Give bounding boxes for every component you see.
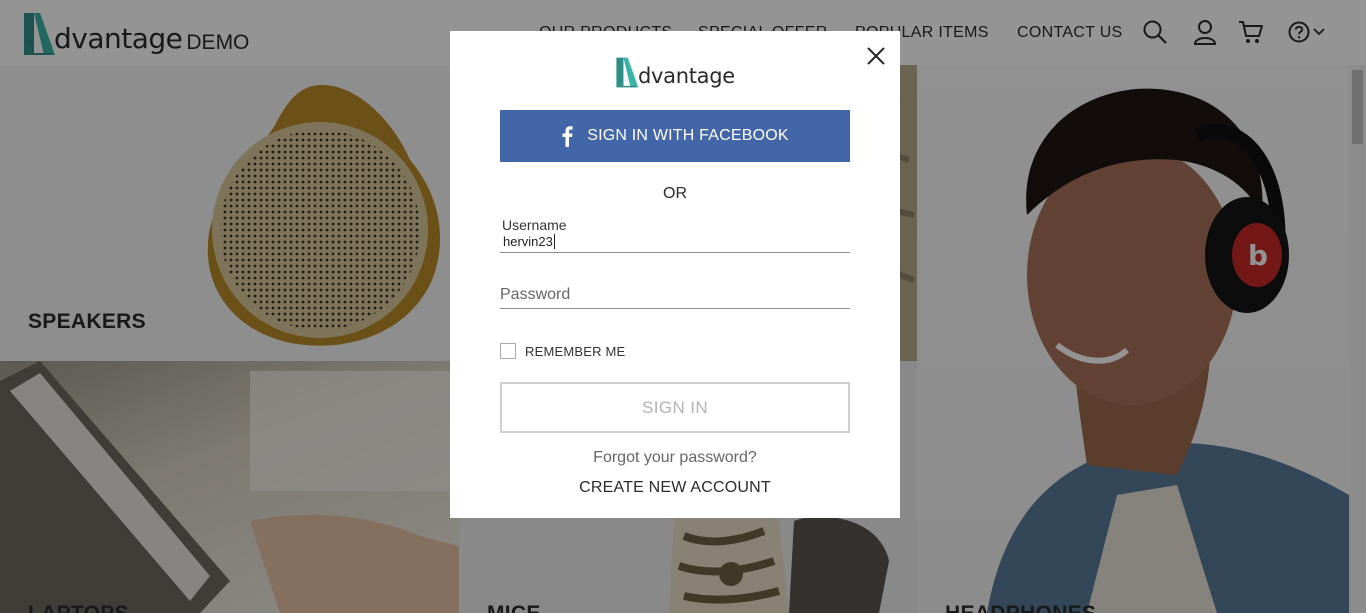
password-placeholder: Password bbox=[500, 286, 571, 303]
login-modal: dvantage SIGN IN WITH FACEBOOK OR Userna… bbox=[450, 31, 900, 518]
facebook-signin-button[interactable]: SIGN IN WITH FACEBOOK bbox=[500, 110, 850, 162]
text-caret bbox=[553, 234, 555, 249]
sign-in-button[interactable]: SIGN IN bbox=[500, 382, 850, 433]
forgot-password-link[interactable]: Forgot your password? bbox=[450, 449, 900, 467]
modal-logo-text: dvantage bbox=[638, 64, 735, 88]
username-input[interactable]: hervin23 bbox=[503, 234, 555, 249]
advantage-logo-icon bbox=[616, 57, 639, 88]
remember-me-label[interactable]: REMEMBER ME bbox=[525, 344, 625, 359]
facebook-signin-label: SIGN IN WITH FACEBOOK bbox=[587, 127, 789, 144]
create-account-link[interactable]: CREATE NEW ACCOUNT bbox=[450, 479, 900, 497]
password-field[interactable]: Password bbox=[500, 283, 850, 309]
username-field[interactable]: Username hervin23 bbox=[500, 215, 850, 253]
sign-in-label: SIGN IN bbox=[641, 397, 709, 417]
close-modal-button[interactable] bbox=[863, 43, 889, 69]
or-divider-text: OR bbox=[663, 185, 687, 202]
facebook-icon bbox=[561, 125, 573, 147]
username-value: hervin23 bbox=[503, 234, 553, 249]
username-label: Username bbox=[502, 217, 567, 233]
remember-me-checkbox[interactable] bbox=[500, 343, 516, 359]
close-icon bbox=[867, 47, 885, 65]
remember-me-row[interactable]: REMEMBER ME bbox=[500, 343, 625, 359]
modal-logo: dvantage bbox=[615, 55, 735, 89]
